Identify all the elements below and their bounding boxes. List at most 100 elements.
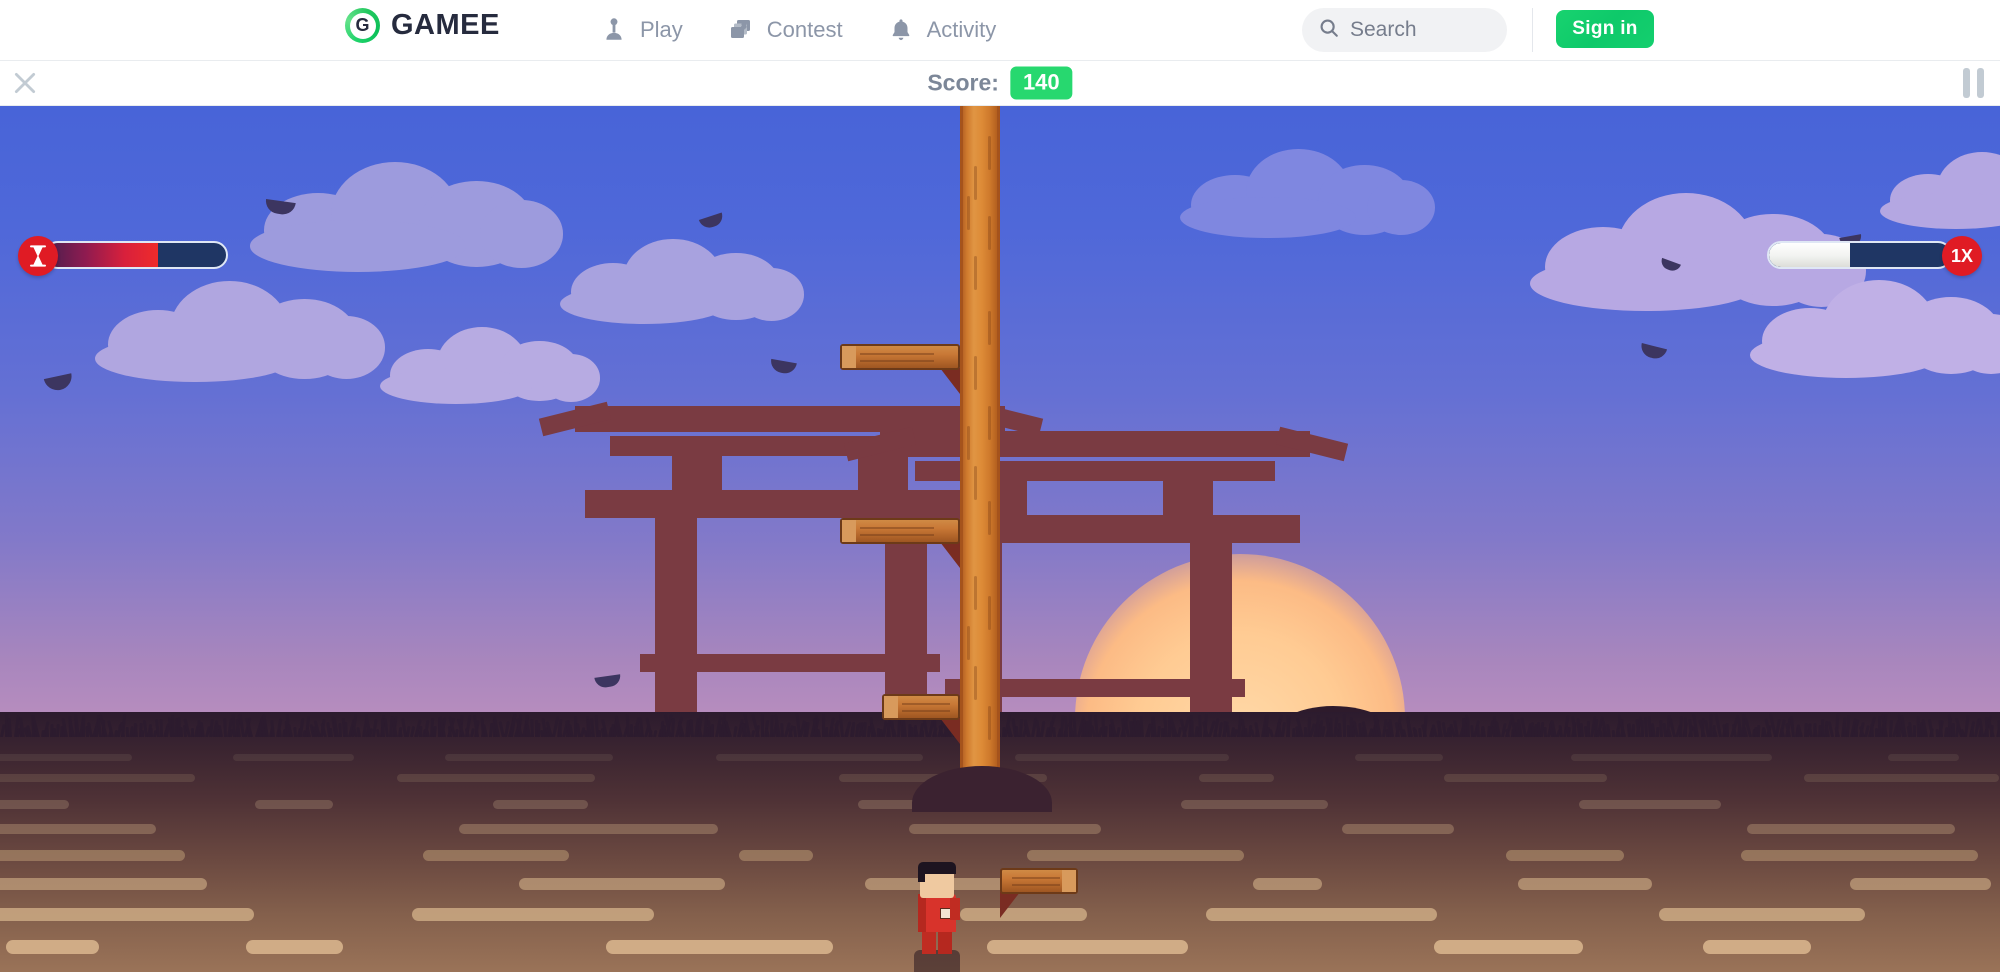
ground-dash [1181, 800, 1328, 809]
nav-item-play-label: Play [640, 17, 683, 43]
search-input[interactable]: Search [1302, 8, 1507, 52]
ground-dash [0, 850, 185, 861]
cloud [250, 146, 561, 268]
ground-dash [1506, 850, 1624, 861]
torii-part [575, 406, 1005, 432]
ground-dash [1659, 908, 1865, 921]
bark-line [988, 311, 991, 345]
ground-dash [0, 754, 132, 761]
sign-in-button[interactable]: Sign in [1556, 10, 1654, 48]
pause-icon[interactable] [1963, 68, 1984, 98]
score-display: Score: 140 [927, 67, 1072, 100]
ground-dash [716, 754, 923, 761]
ground-dash [1434, 940, 1583, 954]
cloud [1180, 136, 1433, 235]
ground-dash [1518, 878, 1652, 890]
bark-line [967, 426, 970, 460]
ground-dash [1015, 754, 1229, 761]
logo-wordmark: GAMEE [391, 9, 500, 42]
branch-joint [1000, 892, 1020, 918]
trunk-body [960, 106, 1000, 810]
ground-dash [459, 824, 717, 834]
score-label: Score: [927, 70, 999, 97]
gamee-logo[interactable]: G GAMEE [345, 8, 500, 43]
branch-joint [940, 368, 960, 394]
ground-dash [1027, 850, 1244, 861]
ground-dash [1342, 824, 1454, 834]
top-navigation-bar: G GAMEE Play $ Contest Activity Search S… [0, 0, 2000, 61]
torii-part [640, 654, 940, 672]
nav-divider [1532, 8, 1533, 52]
ground-dash [1804, 774, 1999, 782]
bark-line [974, 256, 977, 290]
player-shadow [914, 950, 960, 972]
hourglass-icon [18, 236, 58, 276]
ground-dash [1888, 754, 1959, 761]
bark-line [974, 356, 977, 390]
search-placeholder-text: Search [1350, 18, 1417, 42]
branch-grain [1012, 884, 1060, 886]
ground-dash [493, 800, 589, 809]
ground-dash [423, 850, 569, 861]
ground-dash [909, 824, 1101, 834]
branch-joint [940, 542, 960, 568]
branch-grain [902, 710, 950, 712]
nav-item-contest[interactable]: $ Contest [727, 16, 843, 44]
nav-item-activity-label: Activity [927, 17, 997, 43]
bark-line [988, 406, 991, 440]
torii-part [1163, 481, 1213, 515]
ground-dash [233, 754, 354, 761]
timer-bar-track [44, 241, 228, 269]
svg-text:$: $ [742, 23, 746, 30]
ground-dash [0, 878, 207, 890]
ground-dash [739, 850, 812, 861]
grass-edge [0, 711, 2000, 737]
ground-dash [1747, 824, 1954, 834]
ground-dash [1444, 774, 1607, 782]
ground-dash [1355, 754, 1444, 761]
multiplier-bar-track [1767, 241, 1952, 269]
bark-line [988, 501, 991, 535]
bark-line [974, 466, 977, 500]
branch-end-cap [842, 520, 856, 542]
pause-bar-right [1977, 68, 1984, 98]
bark-line [974, 666, 977, 700]
bark-line [988, 596, 991, 630]
ground-dash [1199, 774, 1275, 782]
nav-item-play[interactable]: Play [600, 16, 683, 44]
branch-grain [860, 527, 934, 529]
joystick-icon [600, 16, 628, 44]
player-shirt-shade [918, 894, 926, 932]
ground-dash [987, 940, 1188, 954]
search-icon [1318, 17, 1340, 44]
close-icon[interactable] [8, 66, 42, 100]
ground-dash [246, 940, 343, 954]
cloud [1750, 266, 2000, 374]
player-hair-side [918, 872, 925, 882]
branch-grain [860, 360, 934, 362]
pause-bar-left [1963, 68, 1970, 98]
ground-dash [0, 824, 156, 834]
ground-dash [1703, 940, 1811, 954]
ground-dash [0, 908, 254, 921]
ground-dash [1741, 850, 1978, 861]
nav-item-activity[interactable]: Activity [887, 16, 997, 44]
ground-dash [0, 800, 69, 809]
bark-line [967, 626, 970, 660]
nav-item-contest-label: Contest [767, 17, 843, 43]
ground-dash [1253, 878, 1322, 890]
branch-end-cap [884, 696, 898, 718]
ground-dash [397, 774, 595, 782]
branch-grain [860, 353, 934, 355]
multiplier-label: 1X [1951, 246, 1973, 267]
ground-dash [606, 940, 833, 954]
game-canvas[interactable]: 1X [0, 106, 2000, 972]
cloud [95, 266, 383, 379]
gamee-logo-mark-icon: G [345, 8, 380, 43]
branch-grain [902, 703, 950, 705]
tree-branch [840, 344, 960, 370]
ground-dash [0, 774, 195, 782]
multiplier-badge: 1X [1942, 236, 1982, 276]
ground-dash [255, 800, 333, 809]
torii-part [858, 456, 908, 490]
